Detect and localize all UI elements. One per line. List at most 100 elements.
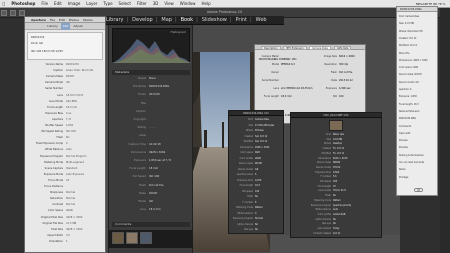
aperture-metadata-row[interactable]: Scene Capture Standard [27,167,105,171]
ok-button[interactable]: OK [414,188,423,192]
comments-section-header[interactable]: Comments [112,222,190,227]
tab-library[interactable]: Library [45,23,60,30]
aperture-metadata-row[interactable]: Caption Grain Chair, Ricoh GR [27,69,105,73]
module-book[interactable]: Book [179,16,195,25]
module-slideshow[interactable]: Slideshow [200,16,229,25]
finder-info-row: Size: 21.5 MB [399,22,414,26]
aperture-metadata-row[interactable]: Lens Model GR LENS [27,100,105,104]
menu-layer[interactable]: Layer [84,0,100,8]
metadata-row[interactable]: Model GR [112,200,190,204]
film-thumbnail[interactable] [112,232,124,244]
module-develop[interactable]: Develop [130,16,155,25]
metadata-row[interactable]: Capture Time 10:42:18 [112,143,190,147]
aperture-metadata-row[interactable]: Flash No [27,136,105,140]
exif-value[interactable]: Did not fire [337,71,352,74]
menu-view[interactable]: View [162,0,177,8]
aperture-metadata-row[interactable]: Serial Number [27,87,105,91]
tab-description[interactable]: Description [261,46,281,50]
aperture-metadata-row[interactable]: Flash Exposure Comp 0 [27,142,105,146]
film-thumbnail[interactable] [140,232,152,244]
info-key: Kind [248,118,253,121]
exif-value[interactable]: 1/400 sec [337,87,351,90]
aperture-metadata-row[interactable]: Focal Length 18.3 mm [27,106,105,110]
aperture-metadata-row[interactable]: Orientation 1 [27,240,105,244]
aperture-metadata-value: f / 8 [66,117,71,121]
menu-filter[interactable]: Filter [134,0,149,8]
exif-row: Owner [257,71,317,75]
aperture-metadata-row[interactable]: Lens 18.3mm f/2.8 [27,94,105,98]
aperture-metadata-row[interactable]: Aperture f / 8 [27,118,105,122]
aperture-metadata-row[interactable]: Camera Make RICOH [27,75,105,79]
tab-info[interactable]: Info [60,23,71,30]
aperture-metadata-row[interactable]: Saturation Normal [27,197,105,201]
metadata-row[interactable]: Focal Length 18 mm [112,167,190,171]
aperture-metadata-row[interactable]: Camera Model GR [27,81,105,85]
info-key: Created [322,147,331,151]
module-print[interactable]: Print [234,16,250,25]
metadata-row[interactable]: ISO Speed ISO 100 [112,175,190,179]
metadata-row[interactable]: Make RICOH [112,192,190,196]
exif-value[interactable]: smc PENTAX-DA 18-55mm [279,87,312,90]
exif-value[interactable]: PENTAX K-3 [279,63,295,66]
module-web[interactable]: Web [254,16,269,25]
exif-value[interactable]: 300 dpi [337,63,348,66]
metadata-section-header[interactable]: Metadata [112,70,190,75]
exif-value[interactable]: 100 [337,95,344,98]
metadata-row[interactable]: Preset None [112,77,190,81]
menu-file[interactable]: File [39,0,51,8]
aperture-metadata-row[interactable]: Exposure Bias 0 ev [27,112,105,116]
aperture-metadata-row[interactable]: White Balance Auto [27,148,105,152]
metadata-row[interactable]: Folder 2013-05 [112,93,190,97]
aperture-metadata-row[interactable]: Sharpness Normal [27,191,105,195]
metadata-row[interactable]: Caption [112,110,190,114]
metadata-row[interactable]: File Name R0001234.DNG [112,85,190,89]
menu-type[interactable]: Type [101,0,115,8]
aperture-metadata-key: Exposure Mode [43,172,63,176]
menu-3d[interactable]: 3D [150,0,161,8]
module-map[interactable]: Map [159,16,174,25]
info-key: Content created [313,231,331,235]
aperture-metadata-row[interactable]: Original Pixel Size 4928 × 3264 [27,216,105,220]
tab-adjust[interactable]: Adjust [71,23,84,30]
menu-window[interactable]: Window [177,0,198,8]
metadata-row[interactable]: Dimensions 4928 x 3264 [112,151,190,155]
tool-preset-icon[interactable] [1,10,7,16]
aperture-metadata-row[interactable]: Aspect Ratio 3:2 [27,234,105,238]
tab-iptc-extension[interactable]: IPTC Extension [283,46,307,50]
exif-value[interactable]: RICOH IMAGING COMPANY, LTD. [257,58,297,61]
aperture-metadata-row[interactable]: Focus Mode AF [27,179,105,183]
metadata-row[interactable]: Rating · · · · · [112,126,190,130]
aperture-metadata-row[interactable]: Metering Mode Multi-segment [27,161,105,165]
menu-edit[interactable]: Edit [52,0,65,8]
metadata-row[interactable]: Flash Did not fire [112,184,190,188]
menu-help[interactable]: Help [199,0,213,8]
tab-gps-data[interactable]: GPS Data [334,46,352,50]
film-thumbnail[interactable] [126,232,138,244]
metadata-row[interactable]: Title [112,102,190,106]
exif-value[interactable]: 2013:10:12 [337,79,353,82]
menu-select[interactable]: Select [116,0,133,8]
aperture-metadata-row[interactable]: Color Space sRGB [27,209,105,213]
apple-menu-icon[interactable]:  [0,0,7,8]
metadata-key: Lens [140,208,146,212]
menu-app-name[interactable]: Photoshop [8,0,38,8]
aperture-metadata-row[interactable]: Shutter Speed 1/250 [27,124,105,128]
aperture-metadata-row[interactable]: ISO Speed Rating ISO 100 [27,130,105,134]
metadata-row[interactable]: Exposure 1/250 sec at f / 8 [112,159,190,163]
aperture-metadata-row[interactable]: Focus Distance [27,185,105,189]
exif-value[interactable]: 18.0 mm [279,95,292,98]
metadata-row[interactable]: Label [112,134,190,138]
aperture-metadata-row[interactable]: Exposure Program Normal Program [27,155,105,159]
aperture-metadata-row[interactable]: Original File Size 21.5 MB [27,222,105,226]
aperture-metadata-row[interactable]: Pixel Size 4928 × 3264 [27,228,105,232]
exif-value[interactable]: 6016 × 4000 [337,55,355,58]
metadata-row[interactable]: Lens 18.3 mm [112,208,190,212]
menu-image[interactable]: Image [65,0,83,8]
aperture-metadata-row[interactable]: Exposure Mode Auto Exposure [27,173,105,177]
aperture-metadata-row[interactable]: Contrast Normal [27,203,105,207]
tab-camera-data[interactable]: Camera Data [309,46,331,50]
metadata-row[interactable]: Copyright [112,118,190,122]
module-library[interactable]: Library [104,16,125,25]
option-icon[interactable] [9,10,16,16]
aperture-metadata-row[interactable]: Version Name R0001234 [27,63,105,67]
